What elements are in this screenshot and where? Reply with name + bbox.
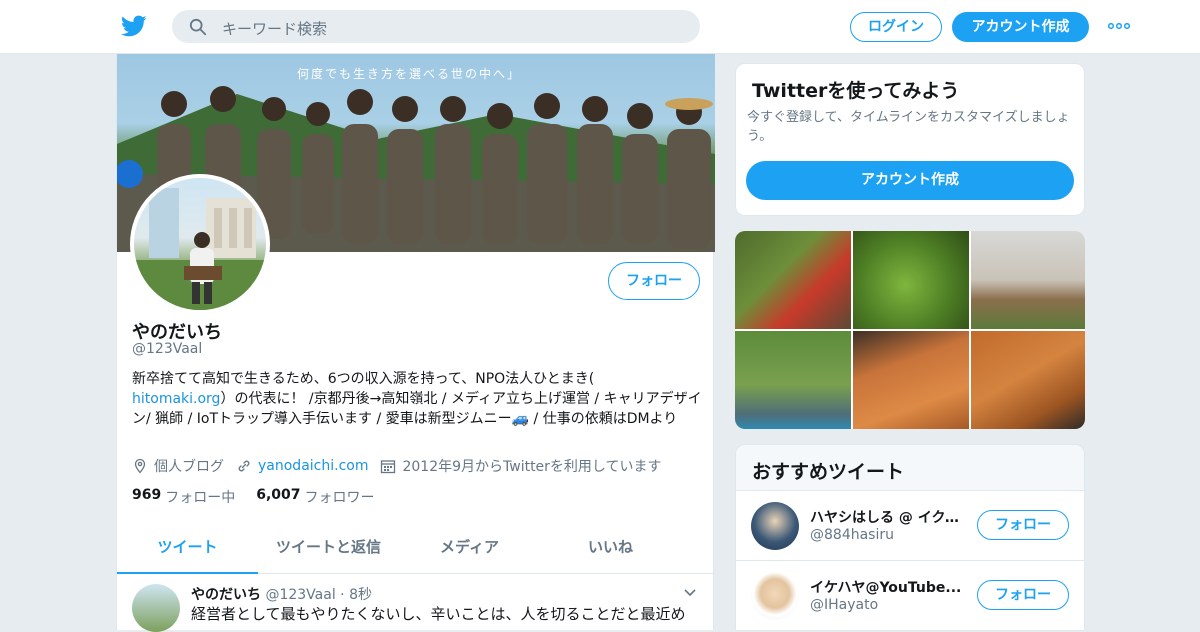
tab-media[interactable]: メディア (399, 526, 540, 574)
search-box[interactable]: キーワード検索 (172, 10, 700, 43)
recommended-follow-button[interactable]: フォロー (977, 510, 1069, 540)
profile-avatar[interactable] (130, 174, 270, 314)
search-input[interactable]: キーワード検索 (222, 18, 327, 39)
gallery-photo[interactable] (735, 231, 851, 329)
login-button[interactable]: ログイン (850, 12, 942, 42)
profile-tabs: ツイート ツイートと返信 メディア いいね (117, 526, 715, 574)
link-icon (238, 460, 250, 472)
location-pin-icon (134, 458, 146, 474)
following-label[interactable]: フォロー中 (165, 487, 235, 507)
chevron-down-icon[interactable] (683, 588, 697, 598)
gallery-photo[interactable] (971, 331, 1085, 429)
joined-text: 2012年9月からTwitterを利用しています (402, 459, 662, 475)
bio-link[interactable]: hitomaki.org (132, 391, 220, 407)
tab-tweets[interactable]: ツイート (117, 526, 258, 574)
recommended-user[interactable]: ハヤシはしる @ イクメン... @884hasiru フォロー (736, 491, 1084, 561)
recommended-name[interactable]: イケハヤ@YouTube... (810, 577, 970, 597)
bio-text-1: 新卒捨てて高知で生きるため、6つの収入源を持って、NPO法人ひとまき( (132, 371, 595, 387)
top-nav-bar: キーワード検索 ログイン アカウント作成 (0, 0, 1200, 54)
search-icon (189, 18, 207, 36)
gallery-photo[interactable] (853, 231, 969, 329)
gallery-photo[interactable] (735, 331, 851, 429)
profile-stats: 969 フォロー中 6,007 フォロワー (132, 487, 396, 507)
recommended-title: おすすめツイート (752, 461, 905, 483)
recommended-follow-button[interactable]: フォロー (977, 580, 1069, 610)
followers-label[interactable]: フォロワー (305, 487, 375, 507)
profile-column: 何度でも生き方を選べる世の中へ」 フォロー やのだいち @123Vaal 新卒捨… (116, 54, 715, 632)
recommended-avatar[interactable] (751, 572, 799, 620)
recommended-avatar[interactable] (751, 502, 799, 550)
joined-item: 2012年9月からTwitterを利用しています (380, 456, 662, 476)
tweet-item[interactable]: やのだいち @123Vaal · 8秒 経営者として最もやりたくないし、辛いこと… (117, 574, 715, 632)
tweet-header: やのだいち @123Vaal · 8秒 (191, 584, 372, 604)
tweet-author-handle[interactable]: @123Vaal (265, 587, 335, 603)
recommended-card: おすすめツイート ハヤシはしる @ イクメン... @884hasiru フォロ… (735, 444, 1085, 631)
profile-url[interactable]: yanodaichi.com (258, 458, 368, 474)
tweet-time[interactable]: · 8秒 (340, 587, 372, 603)
tab-tweets-replies[interactable]: ツイートと返信 (258, 526, 399, 574)
media-gallery (735, 231, 1085, 429)
location-item: 個人ブログ (132, 456, 224, 476)
twitter-bird-icon[interactable] (120, 13, 148, 39)
signup-button[interactable]: アカウント作成 (952, 12, 1089, 42)
tweet-avatar[interactable] (132, 584, 180, 632)
more-options-icon[interactable] (1108, 23, 1130, 29)
following-count[interactable]: 969 (132, 487, 161, 507)
url-item: yanodaichi.com (236, 458, 368, 474)
recommended-name[interactable]: ハヤシはしる @ イクメン... (810, 507, 970, 527)
gallery-photo[interactable] (853, 331, 969, 429)
tweet-author-name[interactable]: やのだいち (191, 587, 261, 603)
recommended-handle[interactable]: @IHayato (810, 597, 878, 613)
avatar-photo (134, 188, 266, 310)
promo-text: 今すぐ登録して、タイムラインをカスタマイズしましょう。 (747, 110, 1070, 144)
profile-meta: 個人ブログ yanodaichi.com 2012年9月からTwitterを利用… (132, 456, 674, 476)
follow-button[interactable]: フォロー (608, 262, 700, 300)
location-text: 個人ブログ (154, 459, 224, 475)
recommended-user[interactable]: イケハヤ@YouTube... @IHayato フォロー (736, 561, 1084, 631)
profile-bio: 新卒捨てて高知で生きるため、6つの収入源を持って、NPO法人ひとまき( hito… (132, 369, 702, 429)
signup-promo-card: Twitterを使ってみよう 今すぐ登録して、タイムラインをカスタマイズしましょ… (735, 63, 1085, 216)
tweet-text: 経営者として最もやりたくないし、辛いことは、人を切ることだと最近め (191, 605, 686, 623)
profile-handle: @123Vaal (132, 341, 203, 357)
followers-count[interactable]: 6,007 (256, 487, 300, 507)
promo-signup-button[interactable]: アカウント作成 (746, 161, 1074, 200)
tab-likes[interactable]: いいね (540, 526, 681, 574)
gallery-photo[interactable] (971, 231, 1085, 329)
calendar-icon (381, 460, 396, 474)
recommended-handle[interactable]: @884hasiru (810, 527, 894, 543)
promo-title: Twitterを使ってみよう (752, 80, 960, 102)
banner-caption: 何度でも生き方を選べる世の中へ」 (297, 67, 522, 81)
